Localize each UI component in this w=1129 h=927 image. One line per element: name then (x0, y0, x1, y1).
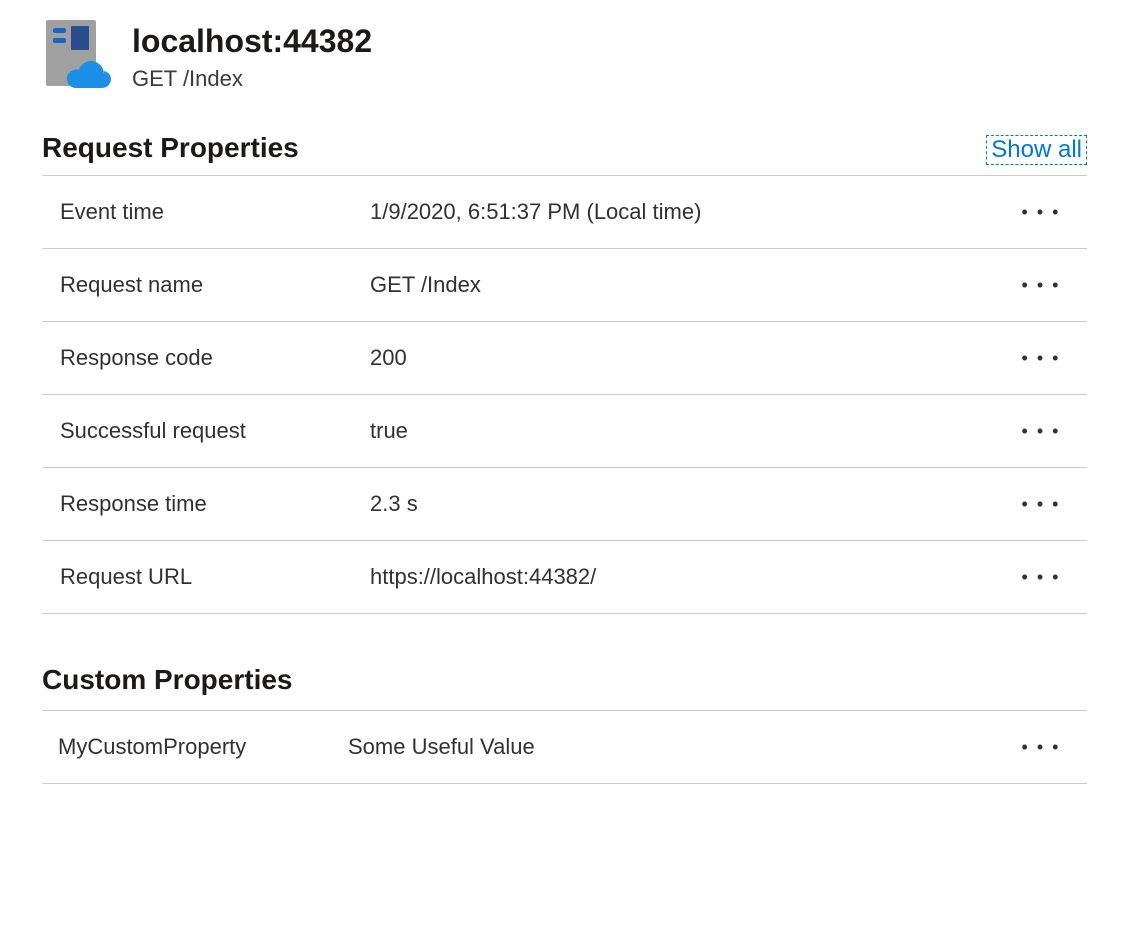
request-properties-title: Request Properties (42, 132, 299, 164)
request_properties-label: Response code (60, 345, 370, 371)
more-icon[interactable]: • • • (1021, 271, 1061, 299)
request_properties-row: Request nameGET /Index• • • (42, 248, 1087, 321)
more-icon[interactable]: • • • (1021, 490, 1061, 518)
request_properties-value: GET /Index (370, 272, 1021, 298)
page-subtitle: GET /Index (132, 66, 372, 92)
request_properties-row: Successful requesttrue• • • (42, 394, 1087, 467)
custom_properties-row: MyCustomPropertySome Useful Value• • • (42, 710, 1087, 784)
server-cloud-icon (42, 20, 106, 90)
request_properties-value: https://localhost:44382/ (370, 564, 1021, 590)
page-header: localhost:44382 GET /Index (42, 20, 1087, 92)
more-icon[interactable]: • • • (1021, 198, 1061, 226)
more-icon[interactable]: • • • (1021, 344, 1061, 372)
request_properties-label: Event time (60, 199, 370, 225)
request-properties-list: Event time1/9/2020, 6:51:37 PM (Local ti… (42, 175, 1087, 614)
show-all-link[interactable]: Show all (986, 135, 1087, 165)
more-icon[interactable]: • • • (1021, 733, 1061, 761)
more-icon[interactable]: • • • (1021, 417, 1061, 445)
request_properties-value: 2.3 s (370, 491, 1021, 517)
custom_properties-label: MyCustomProperty (58, 734, 348, 760)
custom-properties-section: Custom Properties MyCustomPropertySome U… (42, 664, 1087, 784)
request_properties-label: Request URL (60, 564, 370, 590)
request_properties-row: Event time1/9/2020, 6:51:37 PM (Local ti… (42, 175, 1087, 248)
request_properties-label: Response time (60, 491, 370, 517)
request_properties-value: true (370, 418, 1021, 444)
request_properties-row: Request URLhttps://localhost:44382/• • • (42, 540, 1087, 614)
request_properties-row: Response code200• • • (42, 321, 1087, 394)
request_properties-value: 1/9/2020, 6:51:37 PM (Local time) (370, 199, 1021, 225)
request_properties-value: 200 (370, 345, 1021, 371)
request_properties-label: Successful request (60, 418, 370, 444)
request_properties-row: Response time2.3 s• • • (42, 467, 1087, 540)
custom_properties-value: Some Useful Value (348, 734, 1021, 760)
more-icon[interactable]: • • • (1021, 563, 1061, 591)
page-title: localhost:44382 (132, 22, 372, 60)
custom-properties-list: MyCustomPropertySome Useful Value• • • (42, 710, 1087, 784)
request_properties-label: Request name (60, 272, 370, 298)
request-properties-section: Request Properties Show all Event time1/… (42, 132, 1087, 614)
custom-properties-title: Custom Properties (42, 664, 293, 696)
